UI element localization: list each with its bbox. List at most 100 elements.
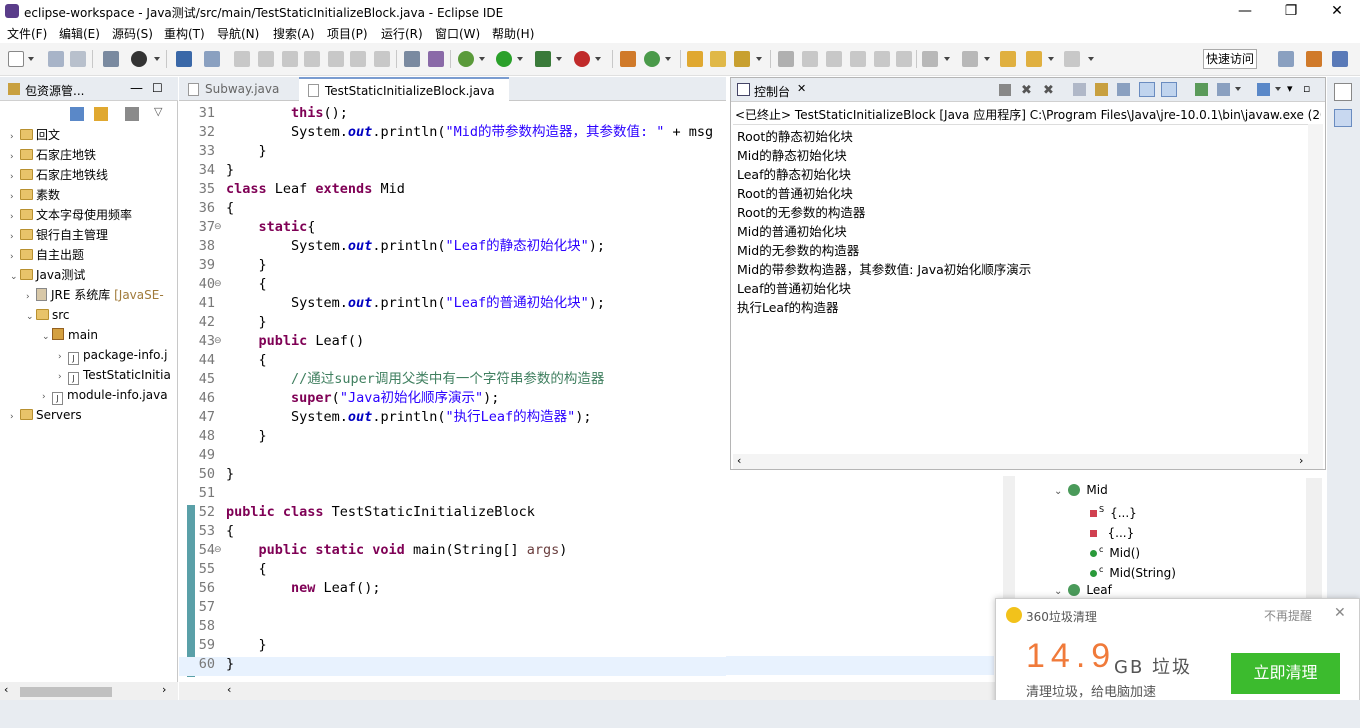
toggle-mark-occurrences-icon[interactable] (802, 51, 818, 67)
link-with-editor-icon[interactable] (94, 107, 108, 121)
next-annotation-icon[interactable] (922, 51, 938, 67)
terminate-console-icon[interactable] (999, 84, 1011, 96)
code-line[interactable]: class Leaf extends Mid (226, 180, 405, 199)
console-v-scrollbar[interactable] (1308, 124, 1323, 454)
clean-now-button[interactable]: 立即清理 (1231, 653, 1340, 694)
new-java-class-icon[interactable] (644, 51, 660, 67)
chevron-right-icon[interactable]: › (10, 147, 20, 167)
chevron-right-icon[interactable]: › (10, 247, 20, 267)
menu-run[interactable]: 运行(R) (381, 25, 423, 42)
maximize-view-icon[interactable]: ☐ (152, 81, 163, 95)
chevron-right-icon[interactable]: › (10, 167, 20, 187)
new-java-package-icon[interactable] (620, 51, 636, 67)
toggle-breadcrumb-icon[interactable] (778, 51, 794, 67)
tree-item[interactable]: › JRE 系统库 [JavaSE- (26, 285, 164, 305)
block-selection-icon[interactable] (850, 51, 866, 67)
tree-item[interactable]: › Jpackage-info.j (58, 345, 167, 365)
package-explorer-title[interactable]: 包资源管... (25, 82, 84, 99)
show-stderr-icon[interactable] (1161, 82, 1177, 97)
open-console-dropdown-icon[interactable] (1275, 87, 1281, 91)
fold-toggle-icon[interactable]: ⊖ (214, 218, 222, 237)
save-all-icon[interactable] (70, 51, 86, 67)
code-editor[interactable]: 31 this(); 32 System.out.println("Mid的带参数… (179, 101, 726, 682)
terminal-icon[interactable] (176, 51, 192, 67)
code-line[interactable]: this(); (226, 104, 348, 123)
chevron-down-icon[interactable]: ⌄ (1054, 486, 1062, 497)
code-line[interactable]: System.out.println("Mid的带参数构造器，其参数值: " +… (226, 123, 713, 142)
open-perspective-icon[interactable] (1278, 51, 1294, 67)
code-line[interactable]: static{ (226, 218, 316, 237)
tree-item[interactable]: ⌄ Java测试 (10, 265, 85, 285)
code-line[interactable]: } (226, 427, 267, 446)
forward-icon[interactable] (1064, 51, 1080, 67)
menu-help[interactable]: 帮助(H) (492, 25, 534, 42)
outline-v-scrollbar[interactable] (1306, 478, 1322, 598)
display-selected-console-icon[interactable] (1217, 83, 1230, 96)
user-dropdown-icon[interactable] (154, 57, 160, 61)
code-line[interactable]: { (226, 275, 267, 294)
menu-refactor[interactable]: 重构(T) (164, 25, 205, 42)
tree-item[interactable]: › 素数 (10, 185, 60, 205)
open-task-icon[interactable] (710, 51, 726, 67)
tree-item[interactable]: › Servers (10, 405, 82, 425)
suspend-icon[interactable] (258, 51, 274, 67)
code-line[interactable]: public Leaf() (226, 332, 365, 351)
outline-item[interactable]: ⌄ Mid (1054, 480, 1108, 500)
toggle-word-wrap-icon[interactable] (826, 51, 842, 67)
restore-view-icon[interactable]: ▫ (1303, 82, 1310, 95)
pilcrow-icon[interactable] (896, 51, 912, 67)
code-line[interactable]: } (226, 636, 267, 655)
editor-h-scrollbar[interactable]: ‹ (179, 682, 1016, 700)
step-return-icon[interactable] (374, 51, 390, 67)
h-scrollbar[interactable]: ‹ › (0, 682, 178, 700)
tree-item[interactable]: › 石家庄地铁 (10, 145, 96, 165)
show-whitespace-icon[interactable] (874, 51, 890, 67)
menu-edit[interactable]: 编辑(E) (59, 25, 100, 42)
pin-console-icon[interactable] (1195, 83, 1208, 96)
disconnect-icon[interactable] (304, 51, 320, 67)
filter-icon[interactable] (125, 107, 139, 121)
clear-console-icon[interactable] (1073, 83, 1086, 96)
forward-dropdown-icon[interactable] (1088, 57, 1094, 61)
outline-item[interactable]: c Mid() (1090, 540, 1140, 560)
code-line[interactable]: System.out.println("Leaf的普通初始化块"); (226, 294, 605, 313)
chevron-right-icon[interactable]: › (58, 347, 68, 367)
print-icon[interactable] (103, 51, 119, 67)
code-line[interactable]: } (226, 142, 267, 161)
chevron-right-icon[interactable]: › (10, 207, 20, 227)
java-ee-perspective-icon[interactable] (1306, 51, 1322, 67)
step-into-icon[interactable] (328, 51, 344, 67)
remove-all-launches-icon[interactable]: ✖ (1043, 83, 1054, 98)
tab-teststaticinitializeblock-java[interactable]: TestStaticInitializeBlock.java ✕ (299, 77, 509, 122)
word-wrap-icon[interactable] (1117, 83, 1130, 96)
open-type-icon[interactable] (687, 51, 703, 67)
new-icon[interactable] (8, 51, 24, 67)
tree-item[interactable]: › Jmodule-info.java (42, 385, 168, 405)
code-line[interactable]: } (226, 465, 234, 484)
code-line[interactable]: { (226, 560, 267, 579)
tree-item[interactable]: › 文本字母使用频率 (10, 205, 132, 225)
quick-access-input[interactable]: 快速访问 (1203, 49, 1257, 69)
save-icon[interactable] (48, 51, 64, 67)
code-line[interactable]: System.out.println("执行Leaf的构造器"); (226, 408, 592, 427)
drop-to-frame-icon[interactable] (404, 51, 420, 67)
open-console-icon[interactable] (1257, 83, 1270, 96)
display-console-dropdown-icon[interactable] (1235, 87, 1241, 91)
chevron-down-icon[interactable]: ⌄ (26, 307, 36, 327)
menu-project[interactable]: 项目(P) (327, 25, 368, 42)
code-line[interactable]: } (226, 313, 267, 332)
menu-file[interactable]: 文件(F) (7, 25, 47, 42)
remove-launch-icon[interactable]: ✖ (1021, 83, 1032, 98)
code-line[interactable]: new Leaf(); (226, 579, 380, 598)
chevron-right-icon[interactable]: › (10, 407, 20, 427)
tree-item[interactable]: ⌄ src (26, 305, 70, 325)
show-stdout-icon[interactable] (1139, 82, 1155, 97)
chevron-right-icon[interactable]: › (26, 287, 36, 307)
new-class-dropdown-icon[interactable] (665, 57, 671, 61)
menu-window[interactable]: 窗口(W) (435, 25, 480, 42)
chevron-down-icon[interactable]: ⌄ (42, 327, 52, 347)
tree-item[interactable]: › J TestStaticInitia (58, 365, 171, 385)
minimize-view-icon[interactable]: — (130, 81, 143, 96)
prev-annotation-dropdown-icon[interactable] (984, 57, 990, 61)
console-output[interactable]: Root的静态初始化块 Mid的静态初始化块 Leaf的静态初始化块 Root的普通初… (733, 124, 1311, 454)
